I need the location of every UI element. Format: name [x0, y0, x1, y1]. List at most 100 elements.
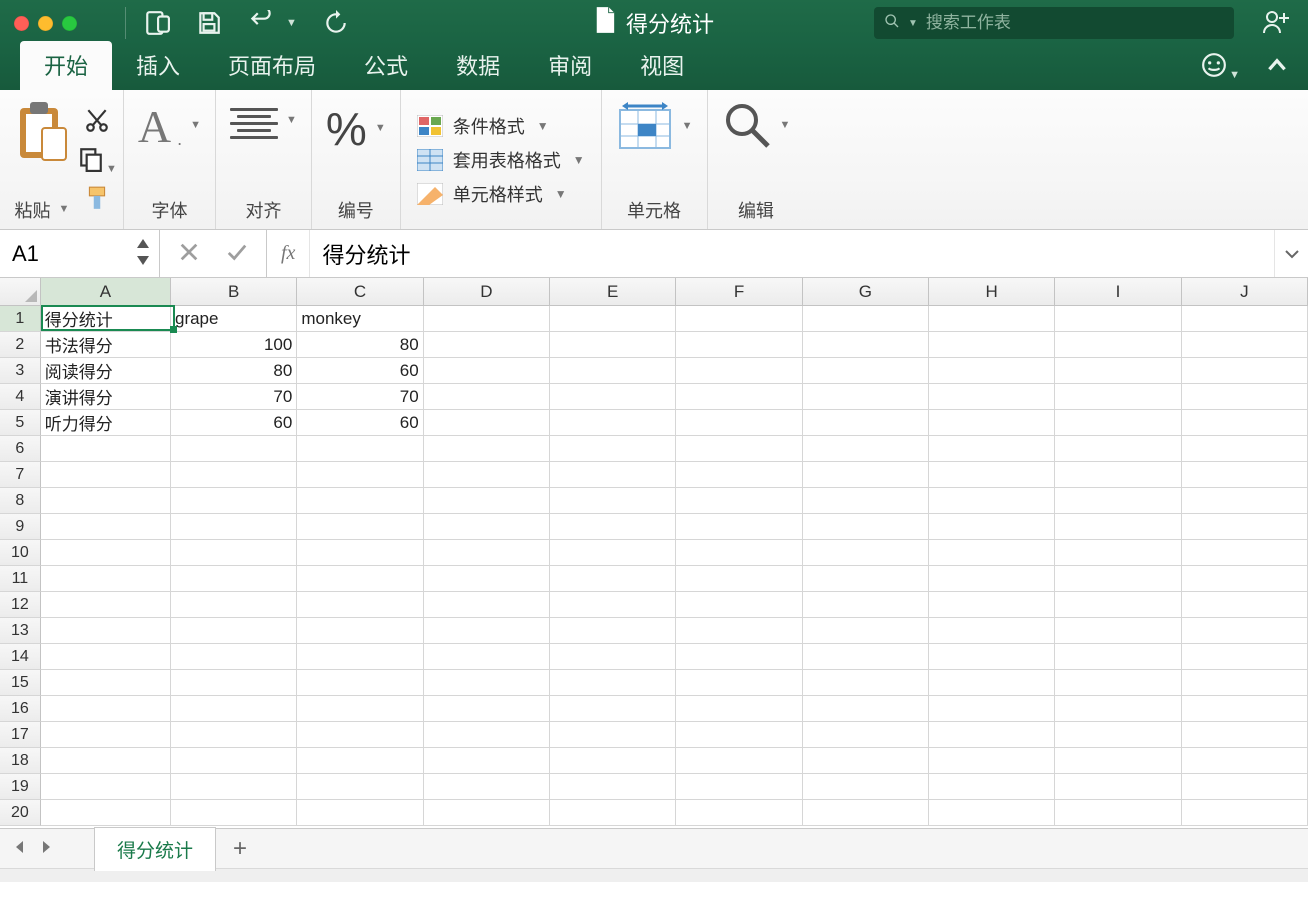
cell-C7[interactable]: [297, 462, 423, 488]
row-header-12[interactable]: 12: [0, 592, 41, 618]
prev-sheet-button[interactable]: [12, 839, 28, 859]
cell-D4[interactable]: [424, 384, 550, 410]
cell-J12[interactable]: [1182, 592, 1308, 618]
cell-I5[interactable]: [1055, 410, 1181, 436]
cell-C15[interactable]: [297, 670, 423, 696]
cell-I7[interactable]: [1055, 462, 1181, 488]
undo-button[interactable]: ▼: [248, 10, 297, 36]
confirm-formula-button[interactable]: [226, 241, 248, 267]
cell-F12[interactable]: [676, 592, 802, 618]
font-button[interactable]: A.▼: [138, 100, 201, 150]
cell-G14[interactable]: [803, 644, 929, 670]
row-header-3[interactable]: 3: [0, 358, 41, 384]
cell-D18[interactable]: [424, 748, 550, 774]
cell-F14[interactable]: [676, 644, 802, 670]
cell-C9[interactable]: [297, 514, 423, 540]
row-header-17[interactable]: 17: [0, 722, 41, 748]
cell-H15[interactable]: [929, 670, 1055, 696]
cell-B14[interactable]: [171, 644, 297, 670]
cell-E6[interactable]: [550, 436, 676, 462]
cell-J18[interactable]: [1182, 748, 1308, 774]
cell-J1[interactable]: [1182, 306, 1308, 332]
cell-D10[interactable]: [424, 540, 550, 566]
cell-A16[interactable]: [41, 696, 171, 722]
cell-B2[interactable]: 100: [171, 332, 297, 358]
cell-G8[interactable]: [803, 488, 929, 514]
cell-E5[interactable]: [550, 410, 676, 436]
ribbon-tab-6[interactable]: 视图: [616, 41, 708, 90]
cell-D13[interactable]: [424, 618, 550, 644]
cell-C3[interactable]: 60: [297, 358, 423, 384]
ribbon-tab-3[interactable]: 公式: [340, 41, 432, 90]
sheet-tab-active[interactable]: 得分统计: [94, 827, 216, 871]
cell-H17[interactable]: [929, 722, 1055, 748]
cell-J5[interactable]: [1182, 410, 1308, 436]
cell-H1[interactable]: [929, 306, 1055, 332]
cell-A15[interactable]: [41, 670, 171, 696]
cell-G13[interactable]: [803, 618, 929, 644]
cell-F11[interactable]: [676, 566, 802, 592]
cell-I6[interactable]: [1055, 436, 1181, 462]
cell-D16[interactable]: [424, 696, 550, 722]
find-button[interactable]: ▼: [722, 100, 791, 150]
cell-F18[interactable]: [676, 748, 802, 774]
cell-D20[interactable]: [424, 800, 550, 826]
cell-F19[interactable]: [676, 774, 802, 800]
cell-B15[interactable]: [171, 670, 297, 696]
cell-I13[interactable]: [1055, 618, 1181, 644]
format-as-table-button[interactable]: 套用表格格式▼: [417, 147, 585, 173]
column-header-G[interactable]: G: [803, 278, 929, 305]
row-header-13[interactable]: 13: [0, 618, 41, 644]
cell-J7[interactable]: [1182, 462, 1308, 488]
column-header-C[interactable]: C: [297, 278, 423, 305]
ribbon-tab-1[interactable]: 插入: [112, 41, 204, 90]
name-box-up-icon[interactable]: [135, 236, 151, 254]
cell-A5[interactable]: 听力得分: [41, 410, 171, 436]
cell-D2[interactable]: [424, 332, 550, 358]
cell-H4[interactable]: [929, 384, 1055, 410]
cell-G5[interactable]: [803, 410, 929, 436]
cell-B10[interactable]: [171, 540, 297, 566]
cell-I1[interactable]: [1055, 306, 1181, 332]
cell-H20[interactable]: [929, 800, 1055, 826]
formula-input[interactable]: [322, 241, 1262, 267]
cell-H16[interactable]: [929, 696, 1055, 722]
cell-I17[interactable]: [1055, 722, 1181, 748]
cell-E16[interactable]: [550, 696, 676, 722]
cell-F16[interactable]: [676, 696, 802, 722]
cell-G17[interactable]: [803, 722, 929, 748]
row-header-5[interactable]: 5: [0, 410, 41, 436]
cell-H5[interactable]: [929, 410, 1055, 436]
row-header-18[interactable]: 18: [0, 748, 41, 774]
cell-C13[interactable]: [297, 618, 423, 644]
cell-A9[interactable]: [41, 514, 171, 540]
cell-D3[interactable]: [424, 358, 550, 384]
cell-E12[interactable]: [550, 592, 676, 618]
cell-B20[interactable]: [171, 800, 297, 826]
cell-H6[interactable]: [929, 436, 1055, 462]
cell-A20[interactable]: [41, 800, 171, 826]
column-header-H[interactable]: H: [929, 278, 1055, 305]
cell-C19[interactable]: [297, 774, 423, 800]
cell-A12[interactable]: [41, 592, 171, 618]
column-header-B[interactable]: B: [171, 278, 297, 305]
cell-J2[interactable]: [1182, 332, 1308, 358]
cell-C4[interactable]: 70: [297, 384, 423, 410]
row-header-20[interactable]: 20: [0, 800, 41, 826]
cell-D7[interactable]: [424, 462, 550, 488]
copy-button[interactable]: ▼: [78, 146, 117, 176]
cancel-formula-button[interactable]: [178, 241, 200, 267]
cell-J10[interactable]: [1182, 540, 1308, 566]
cell-B12[interactable]: [171, 592, 297, 618]
cell-styles-button[interactable]: 单元格样式▼: [417, 181, 567, 207]
cell-G10[interactable]: [803, 540, 929, 566]
cell-H3[interactable]: [929, 358, 1055, 384]
cell-C8[interactable]: [297, 488, 423, 514]
cell-H11[interactable]: [929, 566, 1055, 592]
row-header-8[interactable]: 8: [0, 488, 41, 514]
name-box-input[interactable]: [12, 241, 122, 267]
row-header-7[interactable]: 7: [0, 462, 41, 488]
cell-B18[interactable]: [171, 748, 297, 774]
cell-H9[interactable]: [929, 514, 1055, 540]
name-box[interactable]: [0, 230, 160, 277]
